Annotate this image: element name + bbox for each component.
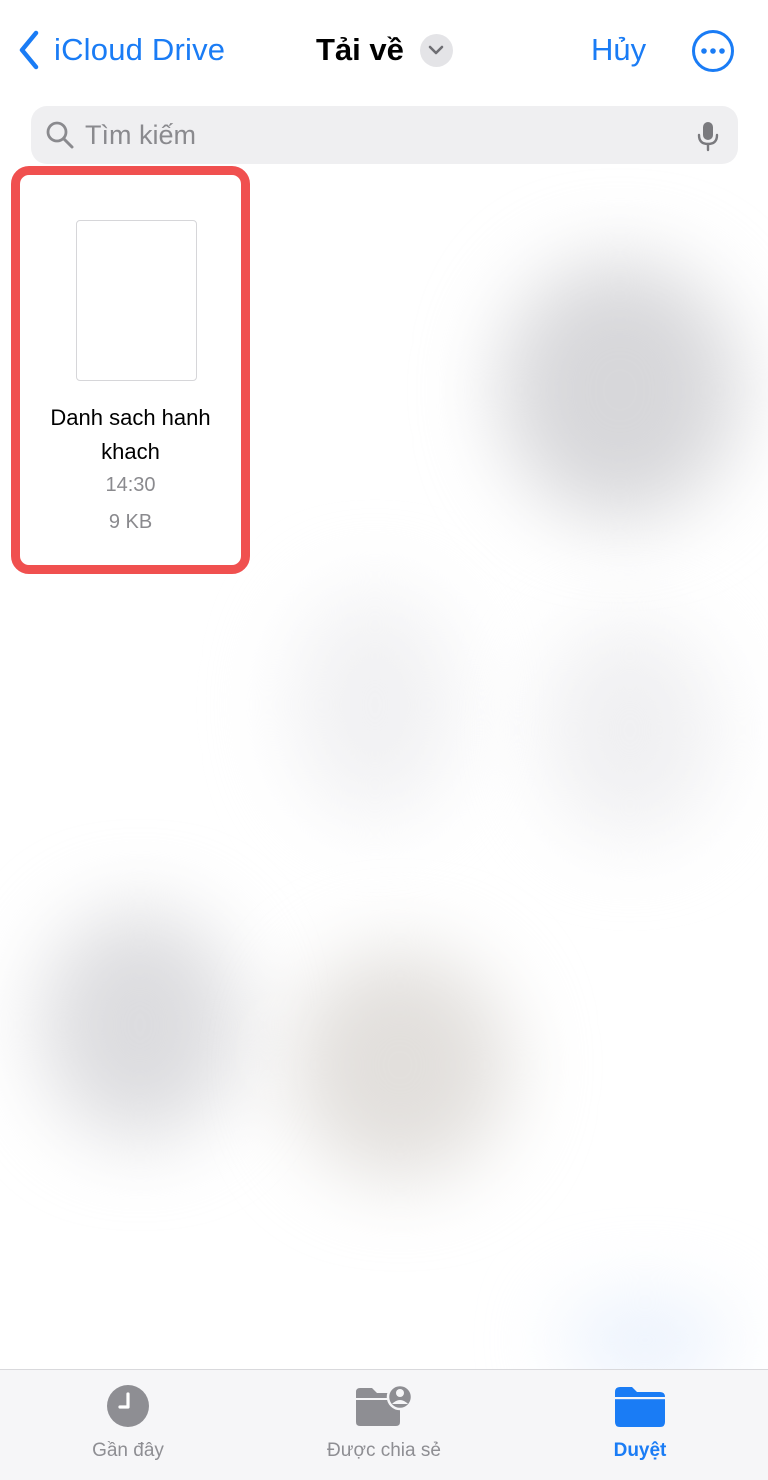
navigation-bar: iCloud Drive Tải về Hủy [0, 0, 768, 100]
tab-shared[interactable]: Được chia sẻ [256, 1370, 512, 1480]
back-button[interactable]: iCloud Drive [14, 28, 225, 72]
search-icon [45, 120, 75, 150]
tab-bar: Gần đây Được chia sẻ Duyệt [0, 1369, 768, 1480]
search-input[interactable] [85, 114, 665, 156]
folder-icon [512, 1384, 768, 1428]
tab-label: Được chia sẻ [327, 1440, 441, 1461]
files-app-screen: iCloud Drive Tải về Hủy Tìm kiếm Danh sa… [0, 0, 768, 1480]
more-options-icon[interactable] [691, 29, 735, 73]
clock-icon [0, 1384, 256, 1428]
file-name: Danh sach hanh khach [50, 405, 211, 464]
tab-label: Gần đây [92, 1440, 164, 1461]
chevron-left-icon [14, 28, 44, 72]
chevron-down-icon [419, 33, 453, 67]
file-thumbnail [76, 220, 197, 381]
folder-title-menu[interactable]: Tải về [316, 28, 453, 72]
tab-browse[interactable]: Duyệt [512, 1370, 768, 1480]
file-time: 14:30 [105, 474, 156, 496]
cancel-button[interactable]: Hủy [591, 28, 646, 72]
back-button-label: iCloud Drive [54, 32, 226, 67]
tab-label: Duyệt [613, 1440, 667, 1461]
search-bar [31, 106, 738, 164]
microphone-icon[interactable] [696, 121, 720, 153]
page-title: Tải về [316, 32, 404, 67]
file-item[interactable]: Danh sach hanh khach 14:30 9 KB [11, 166, 250, 574]
file-size: 9 KB [108, 511, 153, 533]
tab-recents[interactable]: Gần đây [0, 1370, 256, 1480]
shared-folder-icon [256, 1384, 512, 1428]
